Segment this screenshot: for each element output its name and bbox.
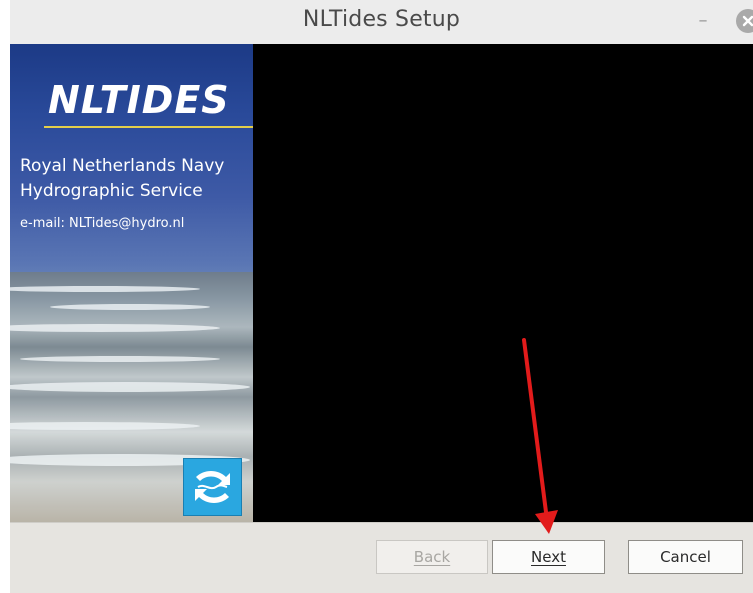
minimize-button[interactable]: – bbox=[695, 6, 711, 36]
window-title: NLTides Setup bbox=[302, 7, 461, 32]
installer-content-area bbox=[253, 44, 753, 522]
organization-line-1: Royal Netherlands Navy bbox=[20, 156, 225, 176]
back-button-label: Back bbox=[413, 548, 451, 566]
cancel-button[interactable]: Cancel bbox=[628, 540, 743, 574]
next-button-label: Next bbox=[531, 548, 566, 566]
window-titlebar: NLTides Setup – bbox=[10, 0, 753, 44]
installer-sidebar-banner: NLTIDES Royal Netherlands Navy Hydrograp… bbox=[10, 44, 253, 522]
close-icon bbox=[742, 15, 753, 27]
waves-logo-badge bbox=[183, 458, 242, 516]
contact-email: e-mail: NLTides@hydro.nl bbox=[20, 216, 185, 231]
nltides-logo: NLTIDES bbox=[48, 78, 230, 122]
next-button[interactable]: Next bbox=[492, 540, 605, 574]
close-button[interactable] bbox=[736, 9, 753, 33]
waves-icon bbox=[195, 471, 230, 503]
organization-line-2: Hydrographic Service bbox=[20, 181, 203, 201]
back-button[interactable]: Back bbox=[376, 540, 488, 574]
logo-underline bbox=[44, 126, 253, 128]
cancel-button-label: Cancel bbox=[660, 548, 711, 566]
installer-button-bar: Back Next Cancel bbox=[10, 522, 753, 593]
